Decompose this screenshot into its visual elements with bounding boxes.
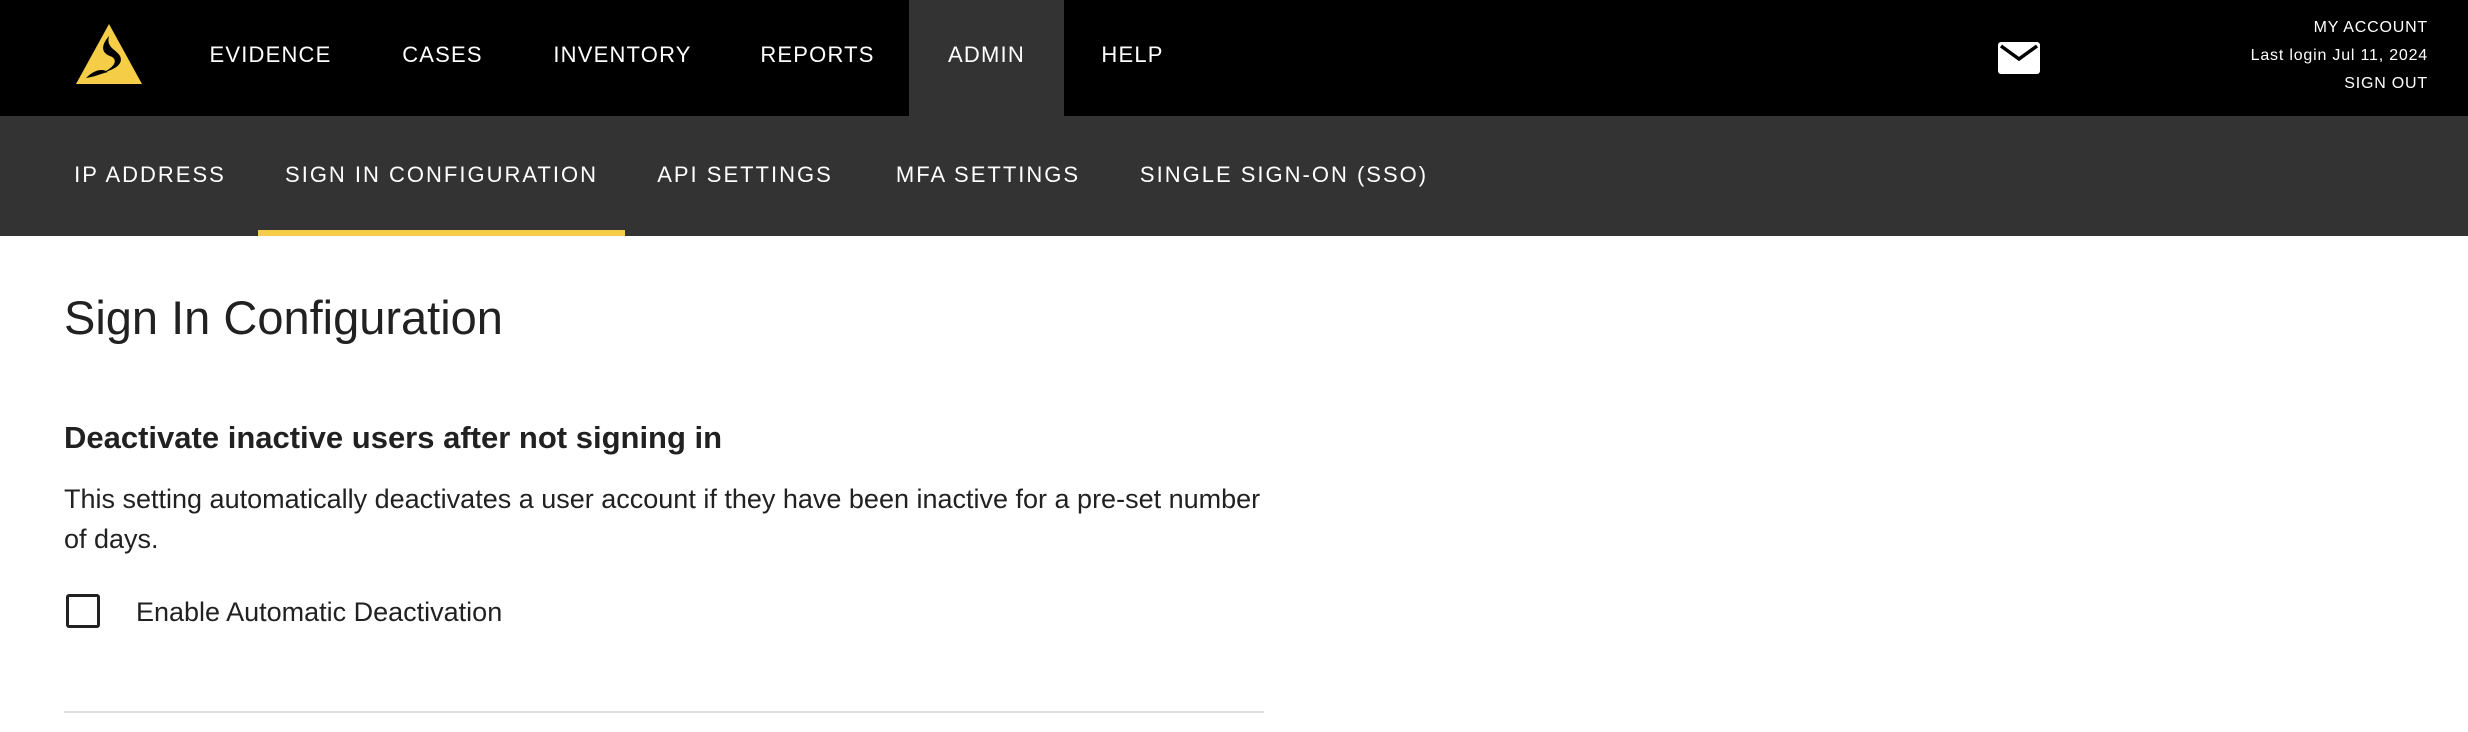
nav-item-reports[interactable]: REPORTS [745,0,890,116]
sign-out-link[interactable]: SIGN OUT [2251,70,2428,98]
section-divider [64,711,1264,713]
last-login-text: Last login Jul 11, 2024 [2250,47,2428,64]
tab-api-settings[interactable]: API SETTINGS [645,116,845,236]
brand-logo-icon[interactable] [74,22,144,86]
tab-sign-in-configuration[interactable]: SIGN IN CONFIGURATION [258,116,625,236]
tab-ip-address[interactable]: IP ADDRESS [60,116,240,236]
section-title: Deactivate inactive users after not sign… [64,420,723,455]
enable-automatic-deactivation-checkbox[interactable] [66,594,100,628]
nav-item-evidence[interactable]: EVIDENCE [198,0,343,116]
account-menu: MY ACCOUNT Last login Jul 11, 2024 SIGN … [2251,14,2428,98]
checkbox-label[interactable]: Enable Automatic Deactivation [136,592,502,632]
nav-item-inventory[interactable]: INVENTORY [540,0,705,116]
top-navigation-bar: EVIDENCE CASES INVENTORY REPORTS ADMIN H… [0,0,2468,116]
my-account-link[interactable]: MY ACCOUNT [2251,14,2428,42]
page-title: Sign In Configuration [64,291,503,344]
active-tab-indicator [258,230,625,236]
nav-item-help[interactable]: HELP [1085,0,1180,116]
nav-item-admin[interactable]: ADMIN [909,0,1064,116]
tab-mfa-settings[interactable]: MFA SETTINGS [880,116,1096,236]
mail-icon[interactable] [1998,42,2040,74]
admin-sub-navigation: IP ADDRESS SIGN IN CONFIGURATION API SET… [0,116,2468,236]
tab-single-sign-on[interactable]: SINGLE SIGN-ON (SSO) [1128,116,1440,236]
section-description: This setting automatically deactivates a… [64,484,1261,554]
nav-item-cases[interactable]: CASES [385,0,500,116]
